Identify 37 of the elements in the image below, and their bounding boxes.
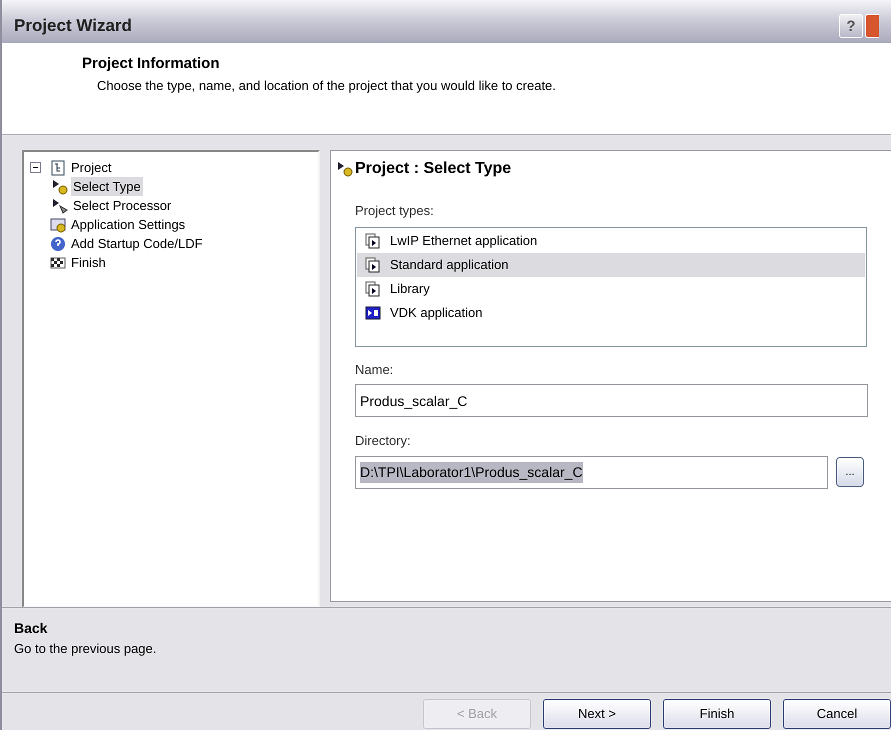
tree-item[interactable]: Select Processor [71,196,174,216]
wizard-button[interactable]: Cancel [783,699,891,729]
hierarchy-icon [50,160,66,176]
tree-item[interactable]: Finish [69,252,108,272]
wizard-button[interactable]: Finish [663,699,771,729]
list-item[interactable]: Library [357,276,865,300]
window-title: Project Wizard [14,14,132,36]
list-item[interactable]: VDK application [357,300,865,324]
wizard-button[interactable]: Next > [543,699,651,729]
tree-item[interactable]: Project [69,158,114,178]
kernel-icon [365,304,381,320]
help-text: Go to the previous page. [14,640,158,658]
document-stack-icon [365,280,381,296]
help-button[interactable]: ? [839,14,863,38]
document-stack-icon [365,232,381,248]
directory-field[interactable]: D:\TPI\Laborator1\Produs_scalar_C [355,456,828,488]
project-types-list[interactable]: LwIP Ethernet application Standard application Library VDK application [355,226,867,346]
field-label: Project types: [355,202,435,220]
header-subtitle: Choose the type, name, and location of the project that you would like to create. [96,76,557,95]
checkered-flag-icon [50,254,66,270]
tree-item[interactable]: Add Startup Code/LDF [69,234,205,254]
document-stack-icon [365,256,381,272]
tree-item[interactable]: Application Settings [69,214,188,234]
tree-item[interactable]: Select Type [71,176,143,196]
list-item[interactable]: Standard application [357,252,865,276]
close-icon[interactable] [865,14,879,38]
page-title: Project : Select Type [355,159,512,179]
field-label: Name: [355,360,394,378]
list-item[interactable]: LwIP Ethernet application [357,228,865,252]
browse-button[interactable]: ... [836,457,864,487]
header-title: Project Information [82,54,221,74]
help-title: Back [14,619,48,638]
collapse-toggle-icon[interactable] [30,162,41,173]
help-icon [50,236,66,252]
field-label: Directory: [355,432,412,450]
name-field[interactable]: Produs_scalar_C [355,384,868,417]
directory-value: D:\TPI\Laborator1\Produs_scalar_C [360,462,583,482]
